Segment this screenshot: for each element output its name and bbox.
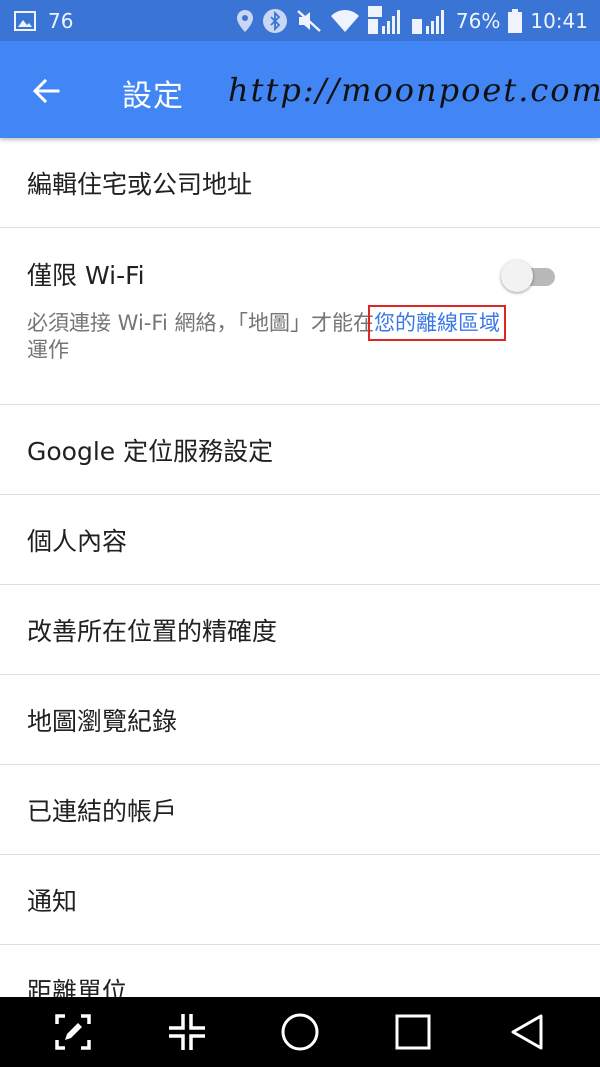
page-title: 設定 — [122, 79, 184, 114]
setting-location-accuracy[interactable]: 改善所在位置的精確度 — [0, 585, 600, 675]
battery-icon — [508, 8, 523, 33]
back-triangle-icon — [511, 1014, 543, 1050]
wifi-only-toggle[interactable] — [501, 258, 557, 294]
setting-personal-content[interactable]: 個人內容 — [0, 495, 600, 585]
setting-edit-home-work[interactable]: 編輯住宅或公司地址 — [0, 138, 600, 228]
recents-button[interactable] — [390, 1009, 436, 1055]
setting-label: Google 定位服務設定 — [27, 436, 274, 466]
back-button[interactable] — [24, 69, 68, 113]
setting-notifications[interactable]: 通知 — [0, 855, 600, 945]
setting-label: 僅限 Wi-Fi — [27, 261, 145, 290]
watermark: http://moonpoet.com — [228, 71, 600, 109]
offline-areas-link[interactable]: 您的離線區域 — [367, 305, 506, 341]
arrow-back-icon — [32, 78, 60, 104]
setting-maps-history[interactable]: 地圖瀏覽紀錄 — [0, 675, 600, 765]
status-bar: 76 76% 10:41 — [0, 0, 600, 41]
signal-sim2-icon — [411, 6, 448, 36]
edit-square-icon — [55, 1014, 91, 1050]
setting-google-location[interactable]: Google 定位服務設定 — [0, 405, 600, 495]
battery-percent: 76% — [455, 8, 501, 33]
bluetooth-icon — [262, 8, 288, 34]
app-bar: 設定 http://moonpoet.com — [0, 41, 600, 138]
description-text-end: 運作 — [27, 338, 69, 362]
location-icon — [236, 9, 254, 33]
settings-list: 編輯住宅或公司地址 僅限 Wi-Fi 必須連接 Wi-Fi 網絡，「地圖」才能在… — [0, 138, 600, 1035]
home-button[interactable] — [277, 1009, 323, 1055]
minimize-icon — [169, 1014, 205, 1050]
signal-sim1-icon — [367, 5, 404, 36]
setting-description: 必須連接 Wi-Fi 網絡，「地圖」才能在您的離線區域 運作 — [27, 305, 572, 364]
description-text: 必須連接 Wi-Fi 網絡，「地圖」才能在 — [27, 311, 374, 335]
setting-label: 個人內容 — [27, 526, 128, 556]
clock: 10:41 — [530, 8, 588, 33]
wifi-icon — [330, 9, 360, 33]
home-circle-icon — [281, 1013, 319, 1051]
back-nav-button[interactable] — [504, 1009, 550, 1055]
notification-count: 76 — [48, 8, 74, 33]
gallery-icon — [14, 10, 36, 31]
setting-label: 通知 — [27, 886, 78, 916]
shrink-screen-button[interactable] — [164, 1009, 210, 1055]
setting-label: 已連結的帳戶 — [27, 796, 178, 826]
setting-label: 編輯住宅或公司地址 — [27, 169, 253, 199]
setting-wifi-only[interactable]: 僅限 Wi-Fi 必須連接 Wi-Fi 網絡，「地圖」才能在您的離線區域 運作 — [0, 228, 600, 405]
edit-screen-button[interactable] — [50, 1009, 96, 1055]
mute-icon — [296, 9, 322, 33]
setting-label: 地圖瀏覽紀錄 — [27, 706, 178, 736]
setting-label: 改善所在位置的精確度 — [27, 616, 278, 646]
toggle-thumb — [501, 260, 533, 292]
navigation-bar — [0, 997, 600, 1067]
setting-linked-accounts[interactable]: 已連結的帳戶 — [0, 765, 600, 855]
recents-square-icon — [395, 1014, 431, 1050]
